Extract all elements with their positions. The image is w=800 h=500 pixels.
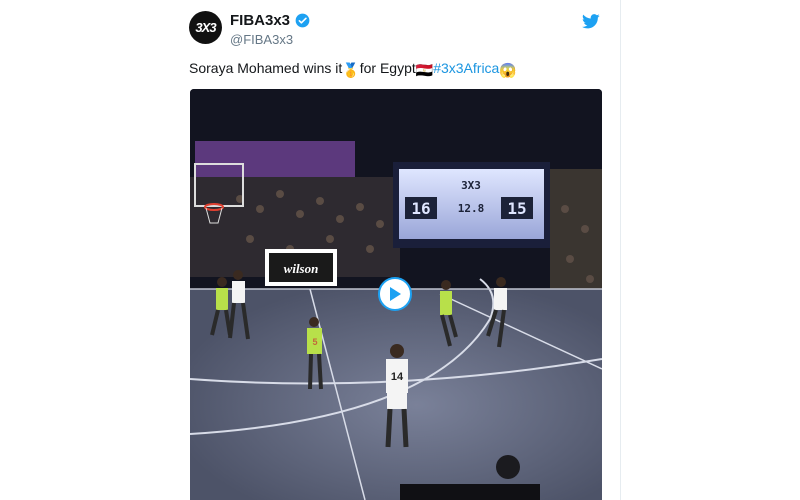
video-player[interactable]: 16 15 3X3 12.8 wilson 5 14 [190, 89, 602, 500]
wilson-logo-text: wilson [284, 261, 319, 276]
camera-foreground [496, 455, 520, 479]
scoreboard-away-score: 15 [507, 199, 526, 218]
jersey-number-5: 5 [312, 337, 317, 347]
medal-emoji: 🥇 [342, 62, 360, 78]
twitter-bird-icon[interactable] [582, 14, 600, 29]
play-icon [390, 287, 401, 301]
avatar-logo-text: 3X3 [195, 20, 216, 35]
shocked-face-emoji: 😱 [499, 62, 517, 78]
display-name[interactable]: FIBA3x3 [230, 12, 290, 29]
verified-badge-icon [295, 13, 310, 28]
crowd-right [550, 169, 602, 309]
sponsor-banner [195, 141, 355, 177]
display-name-row: FIBA3x3 [230, 12, 310, 29]
scoreboard-home-score: 16 [411, 199, 430, 218]
hashtag-link[interactable]: #3x3Africa [433, 60, 499, 76]
egypt-flag-emoji: 🇪🇬 [415, 62, 434, 78]
scoreboard-logo: 3X3 [461, 179, 481, 192]
author-block: FIBA3x3 @FIBA3x3 [230, 12, 310, 47]
foreground-shadow [400, 484, 540, 500]
avatar[interactable]: 3X3 [189, 11, 222, 44]
play-button[interactable] [378, 277, 412, 311]
scoreboard-clock: 12.8 [458, 202, 485, 215]
jersey-number-14: 14 [391, 371, 404, 383]
tweet-card: 3X3 FIBA3x3 @FIBA3x3 Soraya Mohamed wins… [170, 0, 621, 500]
tweet-text-part1: Soraya Mohamed wins it [189, 60, 343, 76]
tweet-text-part2: for Egypt [359, 60, 416, 76]
tweet-text: Soraya Mohamed wins it🥇for Egypt🇪🇬#3x3Af… [189, 60, 517, 79]
user-handle[interactable]: @FIBA3x3 [230, 32, 310, 47]
